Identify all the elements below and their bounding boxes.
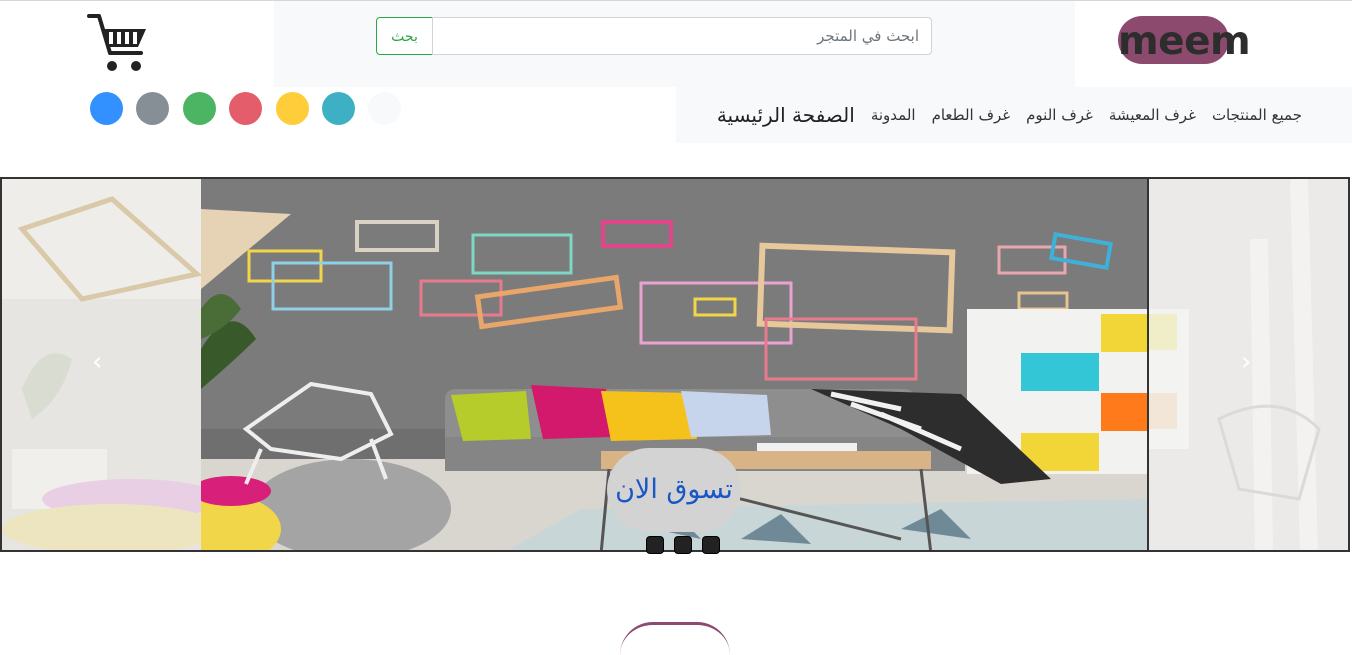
- nav-dining-rooms[interactable]: غرف الطعام: [932, 106, 1011, 124]
- section-divider-arc: [620, 622, 730, 655]
- nav-all-products[interactable]: جميع المنتجات: [1212, 106, 1302, 124]
- carousel-slide-next: ›: [1147, 177, 1350, 552]
- chevron-right-icon[interactable]: ›: [1241, 347, 1251, 377]
- carousel-indicator[interactable]: [646, 536, 664, 554]
- swatch-light[interactable]: [368, 92, 401, 125]
- chevron-left-icon[interactable]: ‹: [92, 347, 102, 377]
- nav-home[interactable]: الصفحة الرئيسية: [717, 103, 855, 127]
- shop-now-button[interactable]: تسوق الان: [607, 448, 741, 532]
- cart-icon[interactable]: [86, 11, 150, 75]
- prev-slide-image: [2, 179, 201, 550]
- carousel-indicator[interactable]: [702, 536, 720, 554]
- carousel-indicators: [646, 536, 720, 554]
- nav-blog[interactable]: المدونة: [871, 106, 916, 124]
- nav-living-rooms[interactable]: غرف المعيشة: [1109, 106, 1196, 124]
- search-button[interactable]: بحث: [376, 17, 433, 55]
- swatch-gray[interactable]: [136, 92, 169, 125]
- swatch-yellow[interactable]: [276, 92, 309, 125]
- logo[interactable]: meem: [1118, 16, 1251, 68]
- swatch-green[interactable]: [183, 92, 216, 125]
- swatch-teal[interactable]: [322, 92, 355, 125]
- carousel-slide-previous: ‹: [0, 177, 203, 552]
- main-nav: الصفحة الرئيسية المدونة غرف الطعام غرف ا…: [717, 87, 1302, 143]
- swatch-blue[interactable]: [90, 92, 123, 125]
- carousel-indicator[interactable]: [674, 536, 692, 554]
- search-input[interactable]: [432, 17, 932, 55]
- nav-bedrooms[interactable]: غرف النوم: [1026, 106, 1093, 124]
- swatch-red[interactable]: [229, 92, 262, 125]
